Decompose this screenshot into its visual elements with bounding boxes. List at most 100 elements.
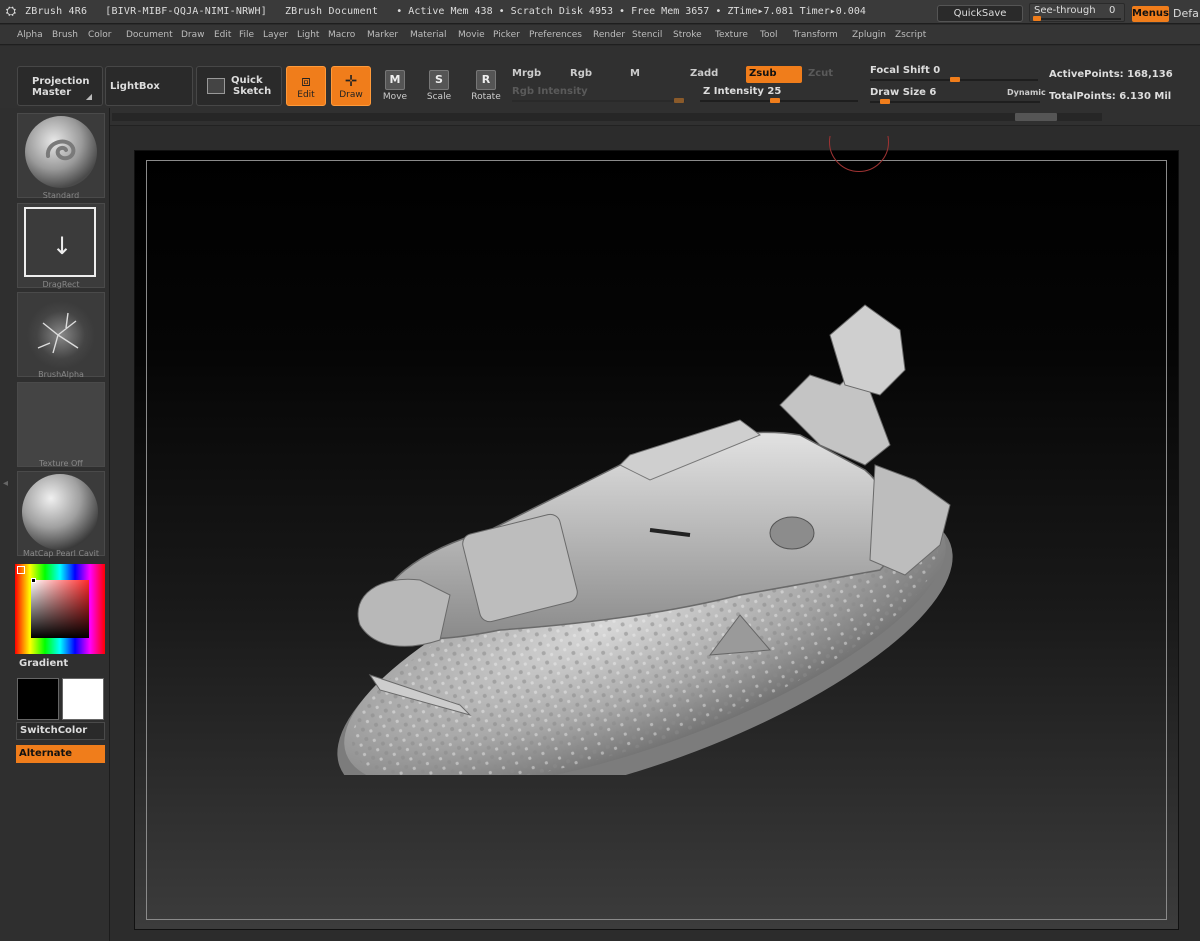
- menu-document[interactable]: Document: [126, 30, 173, 40]
- edit-label: Edit: [297, 90, 315, 100]
- menus-toggle-button[interactable]: Menus: [1132, 6, 1169, 22]
- alternate-button[interactable]: Alternate: [16, 745, 105, 763]
- menu-zplugin[interactable]: Zplugin: [852, 30, 886, 40]
- alpha-thumbnail[interactable]: [17, 292, 105, 377]
- matcap-label: MatCap Pearl Cavit: [22, 549, 100, 558]
- sculpt-model[interactable]: [320, 295, 980, 775]
- move-label: Move: [382, 92, 408, 102]
- scale-icon: S: [429, 70, 449, 90]
- stroke-thumbnail[interactable]: ↓: [17, 203, 105, 288]
- scale-label: Scale: [426, 92, 452, 102]
- tray-collapse-icon[interactable]: ◂: [3, 478, 8, 489]
- menu-movie[interactable]: Movie: [458, 30, 485, 40]
- menu-stroke[interactable]: Stroke: [673, 30, 702, 40]
- memory-stats: • Active Mem 438 • Scratch Disk 4953 • F…: [396, 6, 866, 17]
- default-ui-button[interactable]: Defa: [1173, 7, 1199, 20]
- z-intensity-knob[interactable]: [770, 98, 780, 103]
- matcap-sphere-icon: [22, 474, 98, 550]
- color-picker-hue-ring[interactable]: [15, 564, 105, 654]
- texture-thumbnail[interactable]: [17, 382, 105, 467]
- draw-size-slider[interactable]: Draw Size 6 Dynamic: [870, 87, 1046, 107]
- quicksave-button[interactable]: QuickSave: [937, 5, 1023, 22]
- menu-brush[interactable]: Brush: [52, 30, 78, 40]
- document-scrollbar-thumb[interactable]: [1015, 113, 1057, 121]
- secondary-color-swatch[interactable]: [62, 678, 104, 720]
- menu-color[interactable]: Color: [88, 30, 112, 40]
- color-picker-sv-square[interactable]: [31, 580, 89, 638]
- draw-size-knob[interactable]: [880, 99, 890, 104]
- bot-socket: [769, 516, 815, 550]
- gradient-label: Gradient: [19, 658, 69, 669]
- bot-foot: [357, 578, 451, 647]
- menu-preferences[interactable]: Preferences: [529, 30, 582, 40]
- color-picker-marker[interactable]: [17, 566, 25, 574]
- menu-material[interactable]: Material: [410, 30, 447, 40]
- brushalpha-label: BrushAlpha: [38, 370, 84, 379]
- draw-icon: ✛: [344, 72, 358, 90]
- sketch-icon: [207, 78, 225, 94]
- brush-thumbnail[interactable]: [17, 113, 105, 198]
- rotate-label: Rotate: [471, 92, 501, 102]
- m-button[interactable]: M: [630, 68, 640, 79]
- focal-shift-knob[interactable]: [950, 77, 960, 82]
- quick-sketch-button[interactable]: Quick Sketch: [196, 66, 282, 106]
- document-scrollbar[interactable]: [112, 113, 1102, 121]
- menu-texture[interactable]: Texture: [715, 30, 748, 40]
- color-picker-sv-marker[interactable]: [31, 578, 36, 583]
- menu-render[interactable]: Render: [593, 30, 625, 40]
- z-intensity-label: Z Intensity 25: [703, 86, 782, 97]
- move-icon: M: [385, 70, 405, 90]
- rgb-button[interactable]: Rgb: [570, 68, 592, 79]
- menu-edit[interactable]: Edit: [214, 30, 231, 40]
- lightbox-button[interactable]: LightBox: [105, 66, 193, 106]
- app-version: ZBrush 4R6: [25, 6, 88, 17]
- menu-draw[interactable]: Draw: [181, 30, 205, 40]
- dynamic-toggle[interactable]: Dynamic: [1007, 88, 1046, 97]
- projection-master-button[interactable]: Projection Master ◢: [17, 66, 103, 106]
- standard-brush-icon: [25, 116, 97, 188]
- z-intensity-slider[interactable]: Z Intensity 25: [700, 86, 860, 106]
- scale-button[interactable]: S Scale: [424, 70, 454, 102]
- edit-button[interactable]: ⧈ Edit: [286, 66, 326, 106]
- move-button[interactable]: M Move: [380, 70, 410, 102]
- switchcolor-button[interactable]: SwitchColor: [16, 722, 105, 740]
- zsub-button[interactable]: Zsub: [746, 66, 802, 83]
- primary-color-swatch[interactable]: [17, 678, 59, 720]
- dragrect-label: DragRect: [42, 280, 80, 289]
- menu-alpha[interactable]: Alpha: [17, 30, 43, 40]
- see-through-knob[interactable]: [1033, 16, 1041, 21]
- mrgb-button[interactable]: Mrgb: [512, 68, 541, 79]
- menu-light[interactable]: Light: [297, 30, 319, 40]
- document-name: ZBrush Document: [284, 6, 379, 17]
- rotate-button[interactable]: R Rotate: [470, 70, 502, 102]
- quick-sketch-label-1: Quick: [231, 75, 263, 86]
- focal-shift-slider[interactable]: Focal Shift 0: [870, 65, 1040, 85]
- zcut-button[interactable]: Zcut: [808, 68, 833, 79]
- rotate-icon: R: [476, 70, 496, 90]
- menu-marker[interactable]: Marker: [367, 30, 398, 40]
- menu-picker[interactable]: Picker: [493, 30, 520, 40]
- menu-transform[interactable]: Transform: [793, 30, 838, 40]
- see-through-slider[interactable]: See-through 0: [1029, 3, 1125, 22]
- rgb-intensity-knob[interactable]: [674, 98, 684, 103]
- focal-shift-label: Focal Shift 0: [870, 65, 941, 76]
- menu-stencil[interactable]: Stencil: [632, 30, 662, 40]
- rgb-intensity-slider[interactable]: Rgb Intensity: [512, 86, 687, 106]
- rgb-intensity-label: Rgb Intensity: [512, 86, 588, 97]
- menu-layer[interactable]: Layer: [263, 30, 288, 40]
- menu-bar: Alpha Brush Color Document Draw Edit Fil…: [0, 25, 1200, 45]
- draw-button[interactable]: ✛ Draw: [331, 66, 371, 106]
- draw-size-label: Draw Size 6: [870, 87, 937, 98]
- zbrush-logo-icon: ⛭: [5, 3, 17, 19]
- see-through-value: 0: [1109, 5, 1116, 16]
- menu-macro[interactable]: Macro: [328, 30, 355, 40]
- zadd-button[interactable]: Zadd: [690, 68, 718, 79]
- see-through-label: See-through: [1034, 5, 1096, 16]
- menu-tool[interactable]: Tool: [760, 30, 777, 40]
- menu-zscript[interactable]: Zscript: [895, 30, 926, 40]
- material-thumbnail[interactable]: [17, 471, 105, 556]
- projection-master-label-1: Projection: [32, 76, 90, 87]
- arrow-down-icon: ↓: [52, 232, 73, 260]
- menu-file[interactable]: File: [239, 30, 254, 40]
- left-tray: Standard ↓ DragRect BrushAlpha Texture O…: [0, 108, 110, 941]
